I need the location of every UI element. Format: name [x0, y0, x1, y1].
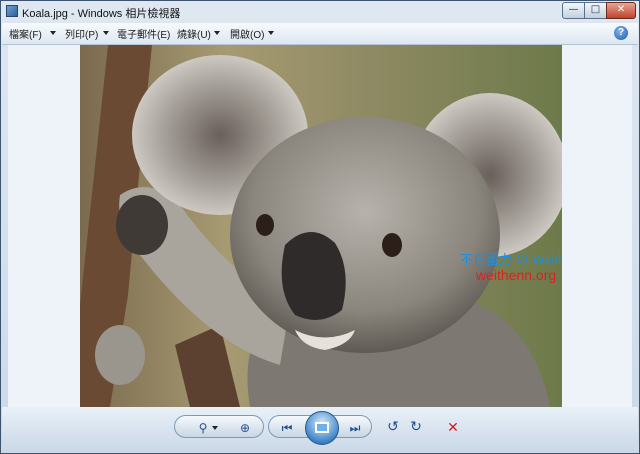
- watermark-line-1: 不自量力 の Weithenn: [460, 252, 562, 267]
- menu-bar: 檔案(F) 列印(P) 電子郵件(E) 燒錄(U) 開啟(O) ?: [2, 23, 638, 45]
- menu-file-dropdown-icon[interactable]: [50, 31, 56, 35]
- menu-file[interactable]: 檔案(F): [9, 26, 42, 41]
- minimize-button[interactable]: —: [562, 2, 585, 19]
- rotate-clockwise-icon[interactable]: ↻: [408, 419, 424, 435]
- menu-print[interactable]: 列印(P): [65, 26, 98, 41]
- zoom-group: ⚲ ⊕: [174, 415, 264, 438]
- photo-viewer-window: Koala.jpg - Windows 相片檢視器 — □ ✕ 檔案(F) 列印…: [0, 0, 640, 454]
- slideshow-button[interactable]: [305, 411, 339, 445]
- window-title: Koala.jpg - Windows 相片檢視器: [22, 8, 181, 20]
- app-icon: [6, 5, 18, 17]
- image-viewport: 不自量力 の Weithenn weithenn.org: [8, 45, 632, 407]
- menu-print-dropdown-icon[interactable]: [103, 31, 109, 35]
- menu-burn[interactable]: 燒錄(U): [177, 26, 211, 41]
- bottom-toolbar: ⚲ ⊕ ⏮ ⏭ ↺ ↻ ✕: [2, 407, 638, 453]
- zoom-dropdown-icon[interactable]: [212, 426, 218, 430]
- slideshow-icon: [315, 422, 329, 433]
- next-icon[interactable]: ⏭: [347, 420, 363, 436]
- rotate-counterclockwise-icon[interactable]: ↺: [385, 419, 401, 435]
- menu-open[interactable]: 開啟(O): [230, 26, 264, 41]
- maximize-button[interactable]: □: [584, 2, 607, 19]
- koala-illustration: [80, 45, 562, 407]
- close-button[interactable]: ✕: [606, 2, 636, 19]
- delete-icon[interactable]: ✕: [445, 419, 461, 435]
- menu-email[interactable]: 電子郵件(E): [117, 26, 170, 41]
- menu-burn-dropdown-icon[interactable]: [214, 31, 220, 35]
- previous-icon[interactable]: ⏮: [279, 420, 295, 436]
- watermark-line-2: weithenn.org: [476, 267, 557, 283]
- zoom-icon[interactable]: ⚲: [195, 420, 211, 436]
- fit-window-icon[interactable]: ⊕: [237, 420, 253, 436]
- menu-open-dropdown-icon[interactable]: [268, 31, 274, 35]
- help-icon[interactable]: ?: [614, 26, 628, 40]
- koala-photo: 不自量力 の Weithenn weithenn.org: [80, 45, 562, 407]
- title-bar[interactable]: Koala.jpg - Windows 相片檢視器 — □ ✕: [1, 1, 639, 23]
